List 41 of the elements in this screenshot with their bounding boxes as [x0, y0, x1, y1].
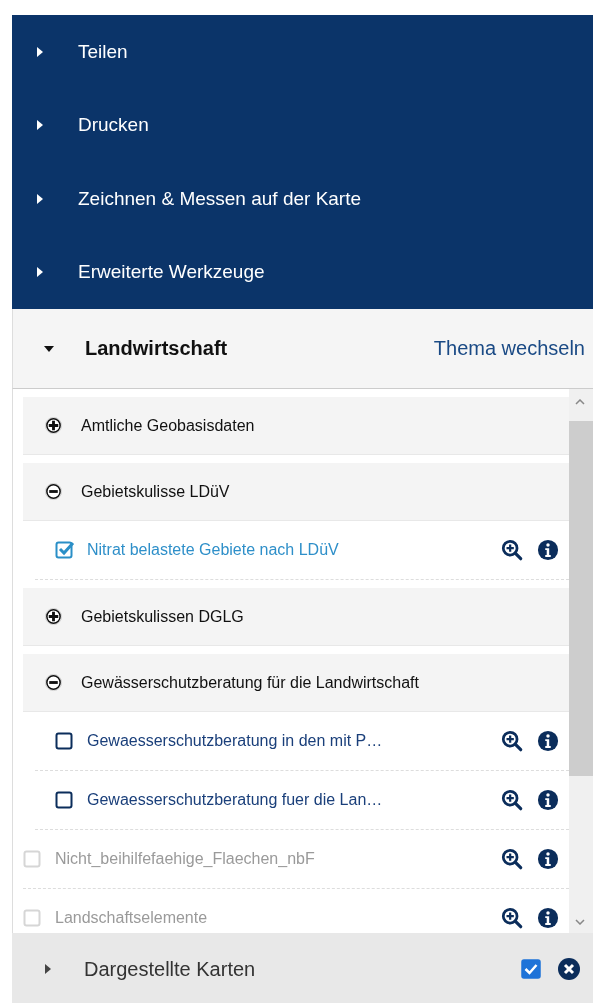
layer-name: Gewaesserschutzberatung fuer die Lan… [87, 791, 384, 809]
zoom-in-icon[interactable] [501, 848, 523, 870]
info-icon[interactable] [537, 730, 559, 752]
zoom-in-icon[interactable] [501, 730, 523, 752]
collapse-icon[interactable] [44, 673, 63, 692]
checkbox[interactable] [55, 790, 75, 810]
theme-title: Landwirtschaft [85, 337, 228, 360]
layer-group-row[interactable]: Amtliche Geobasisdaten [23, 397, 569, 455]
layer-name: Gewaesserschutzberatung in den mit P… [87, 732, 384, 750]
info-icon[interactable] [537, 789, 559, 811]
layer-name: Landschaftselemente [55, 909, 209, 927]
layer-name: Nicht_beihilfefaehige_Flaechen_nbF [55, 850, 316, 868]
zoom-in-icon[interactable] [501, 789, 523, 811]
layer-row[interactable]: Gewaesserschutzberatung fuer die Lan… [35, 771, 569, 830]
expand-icon[interactable] [44, 607, 63, 626]
close-icon[interactable] [557, 957, 581, 981]
scrollbar-thumb[interactable] [569, 421, 593, 776]
layer-group-row[interactable]: Gebietskulisse LDüV [23, 463, 569, 521]
tool-section-header[interactable]: Zeichnen & Messen auf der Karte [12, 162, 593, 236]
layer-group-row[interactable]: Gewässerschutzberatung für die Landwirtschaft [23, 654, 569, 712]
zoom-in-icon[interactable] [501, 539, 523, 561]
layer-row[interactable]: Nitrat belastete Gebiete nach LDüV [35, 521, 569, 580]
tool-section-header[interactable]: Erweiterte Werkzeuge [12, 235, 593, 309]
checked-checkbox[interactable] [55, 540, 75, 560]
info-icon[interactable] [537, 848, 559, 870]
footer-title[interactable]: Dargestellte Karten [84, 957, 256, 981]
tool-section-header[interactable]: Teilen [12, 15, 593, 89]
collapse-icon[interactable] [44, 482, 63, 501]
zoom-in-icon[interactable] [501, 907, 523, 929]
switch-theme-link[interactable]: Thema wechseln [433, 337, 593, 360]
checkbox[interactable] [55, 731, 75, 751]
scroll-down-icon[interactable] [575, 919, 587, 925]
layer-group-row[interactable]: Gebietskulissen DGLG [23, 588, 569, 646]
expand-icon[interactable] [44, 416, 63, 435]
info-icon[interactable] [537, 907, 559, 929]
scrollbar[interactable] [569, 389, 593, 933]
layer-name: Nitrat belastete Gebiete nach LDüV [87, 541, 340, 559]
tool-section-header[interactable]: Drucken [12, 88, 593, 162]
layer-row[interactable]: Gewaesserschutzberatung in den mit P… [35, 712, 569, 771]
info-icon[interactable] [537, 539, 559, 561]
checked-checkbox[interactable] [521, 959, 541, 979]
